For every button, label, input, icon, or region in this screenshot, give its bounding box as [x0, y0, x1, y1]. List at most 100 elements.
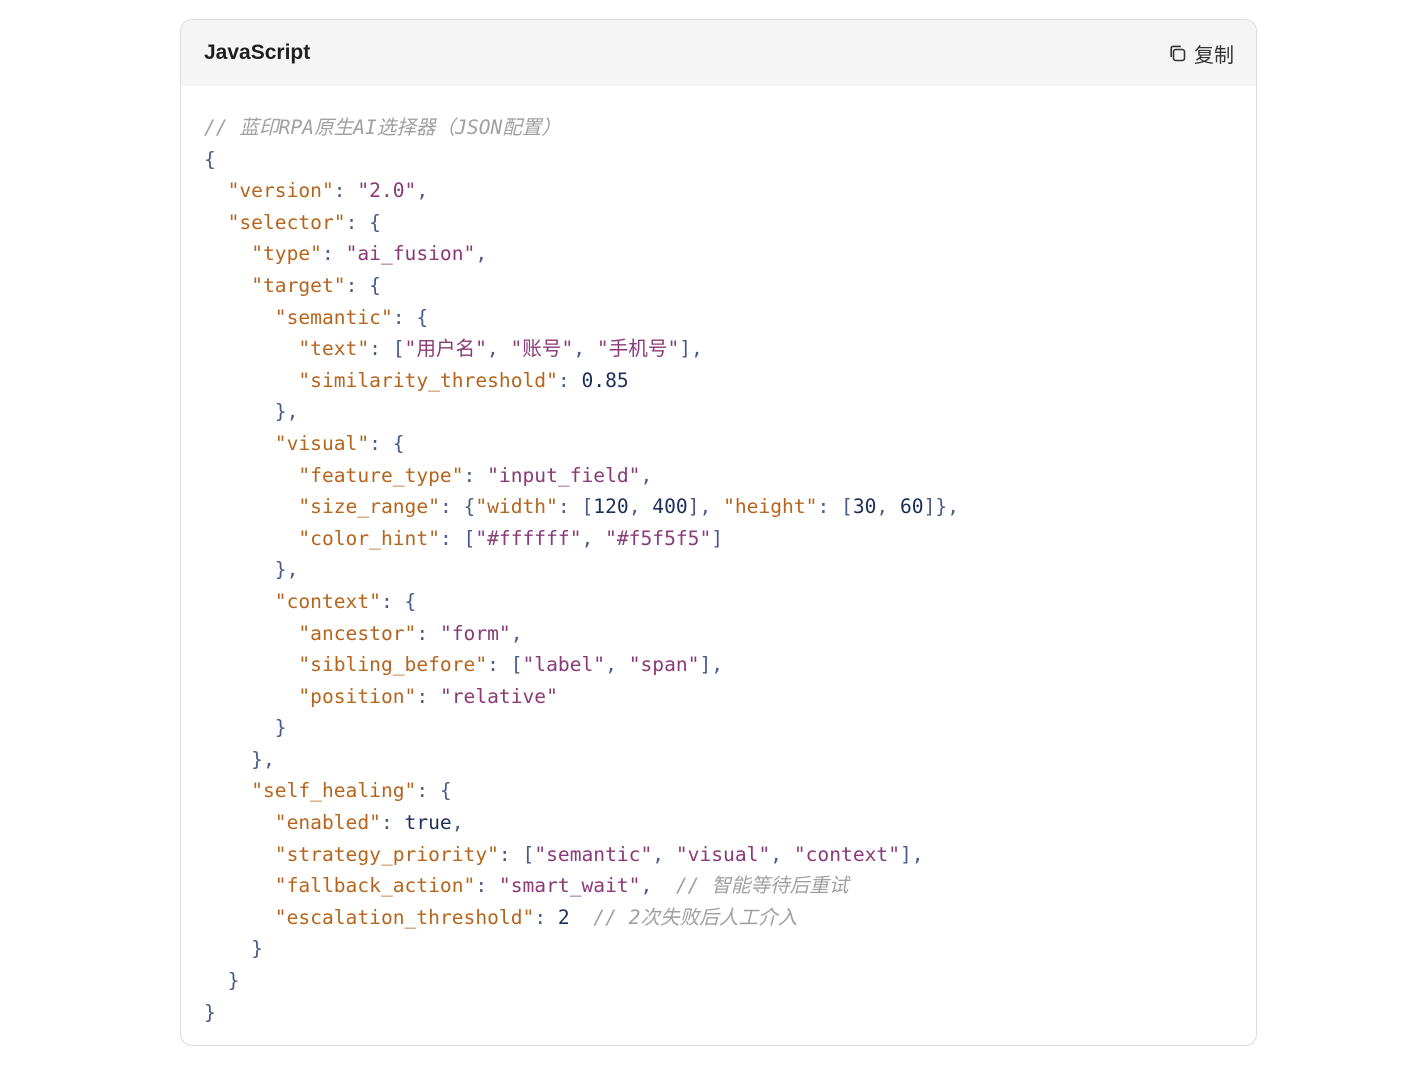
code-token: :: [534, 905, 558, 929]
code-token: : [: [498, 842, 535, 866]
code-token: : {: [392, 305, 429, 329]
code-token: "feature_type": [298, 463, 464, 487]
code-token: ,: [581, 526, 606, 550]
code-token: :: [475, 874, 499, 898]
code-token: ],: [900, 842, 924, 866]
code-token: "target": [251, 273, 346, 297]
code-token: : {: [380, 589, 417, 613]
code-line: },: [204, 744, 1256, 776]
code-content: // 蓝印RPA原生AI选择器（JSON配置） { "version": "2.0…: [181, 86, 1256, 1028]
copy-label: 复制: [1194, 42, 1234, 67]
code-line: "semantic": {: [204, 302, 1256, 334]
code-token: // 2次失败后人工介入: [593, 905, 798, 929]
code-token: ,: [451, 811, 464, 835]
code-token: "sibling_before": [298, 653, 488, 677]
code-token: "ancestor": [298, 621, 417, 645]
code-line: }: [204, 712, 1256, 744]
code-token: "用户名": [404, 337, 487, 361]
code-line: "enabled": true,: [204, 807, 1256, 839]
code-token: :: [557, 368, 582, 392]
code-token: "ai_fusion": [345, 242, 476, 266]
code-token: }: [204, 937, 263, 961]
code-token: "context": [793, 842, 901, 866]
code-token: "color_hint": [298, 526, 440, 550]
code-token: ,: [628, 495, 653, 519]
code-line: "escalation_threshold": 2 // 2次失败后人工介入: [204, 902, 1256, 934]
code-token: "similarity_threshold": [298, 368, 558, 392]
code-token: "escalation_threshold": [274, 905, 535, 929]
code-token: ,: [605, 653, 629, 677]
code-token: "fallback_action": [274, 874, 476, 898]
code-token: "relative": [439, 684, 558, 708]
code-token: ]: [711, 526, 724, 550]
code-line: "selector": {: [204, 207, 1256, 239]
code-token: ,: [640, 463, 653, 487]
code-token: "visual": [274, 431, 370, 455]
code-line: "text": ["用户名", "账号", "手机号"],: [204, 333, 1256, 365]
code-token: "span": [628, 653, 700, 677]
code-line: "type": "ai_fusion",: [204, 238, 1256, 270]
language-label: JavaScript: [204, 41, 311, 64]
code-token: 0.85: [581, 368, 629, 392]
code-token: },: [204, 558, 299, 582]
code-token: ,: [770, 842, 794, 866]
code-token: "#ffffff": [475, 526, 582, 550]
copy-icon: [1168, 44, 1187, 63]
code-line: "target": {: [204, 270, 1256, 302]
code-line: "color_hint": ["#ffffff", "#f5f5f5"]: [204, 523, 1256, 555]
copy-button[interactable]: 复制: [1168, 39, 1234, 68]
code-line: "context": {: [204, 586, 1256, 618]
code-line: }: [204, 965, 1256, 997]
code-token: "手机号": [596, 337, 680, 361]
code-line: "strategy_priority": ["semantic", "visua…: [204, 839, 1256, 871]
code-token: 2: [557, 905, 570, 929]
code-token: "height": [723, 495, 818, 519]
code-token: : {: [345, 273, 381, 297]
code-token: 30: [852, 495, 877, 519]
code-token: 120: [593, 495, 629, 519]
code-line: "similarity_threshold": 0.85: [204, 365, 1256, 397]
code-token: :: [416, 621, 440, 645]
code-token: 60: [900, 495, 924, 519]
code-token: // 智能等待后重试: [675, 874, 849, 898]
code-token: "#f5f5f5": [605, 526, 712, 550]
code-token: ],: [679, 337, 703, 361]
code-token: "label": [522, 653, 606, 677]
code-block-header: JavaScript 复制: [181, 20, 1256, 86]
code-token: "self_healing": [251, 779, 417, 803]
code-token: ],: [699, 653, 724, 677]
code-token: ,: [510, 621, 523, 645]
code-token: : [: [557, 495, 594, 519]
code-token: "type": [251, 242, 322, 266]
code-line: "feature_type": "input_field",: [204, 460, 1256, 492]
code-token: "input_field": [487, 463, 641, 487]
code-token: "position": [298, 684, 417, 708]
code-token: }: [204, 969, 240, 993]
code-token: : {: [369, 431, 405, 455]
code-token: : {: [439, 495, 476, 519]
code-token: : [: [817, 495, 853, 519]
code-line: "self_healing": {: [204, 775, 1256, 807]
code-token: "semantic": [534, 842, 653, 866]
code-line: "ancestor": "form",: [204, 618, 1256, 650]
code-line: "sibling_before": ["label", "span"],: [204, 649, 1256, 681]
code-line: },: [204, 396, 1256, 428]
code-token: :: [416, 684, 440, 708]
code-token: : {: [345, 210, 381, 234]
code-token: }: [204, 716, 287, 740]
code-token: "账号": [510, 337, 574, 361]
